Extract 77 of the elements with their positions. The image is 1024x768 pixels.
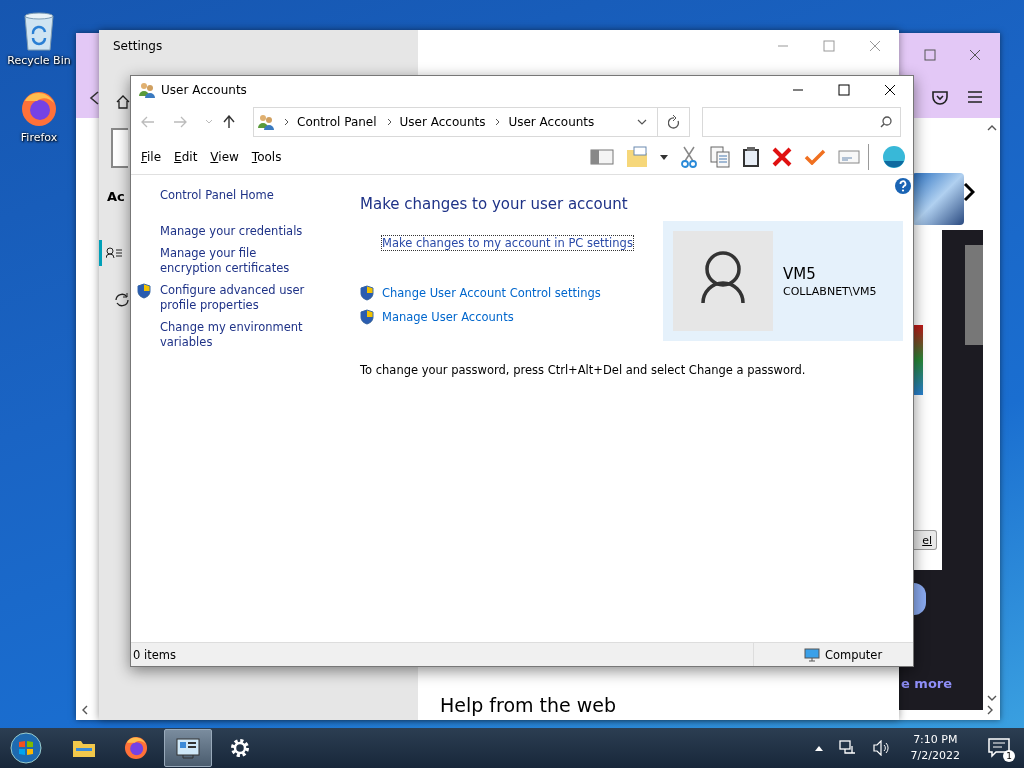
speaker-icon[interactable] xyxy=(872,740,891,756)
firefox-icon xyxy=(19,89,59,129)
chevron-right-icon xyxy=(495,118,501,126)
computer-icon xyxy=(804,647,820,662)
link[interactable]: Make changes to my account in PC settings xyxy=(381,235,634,251)
user-avatar-icon xyxy=(673,231,773,331)
account-domain: COLLABNET\VM5 xyxy=(783,284,877,298)
window-title: Settings xyxy=(113,39,163,53)
section-heading: Ac xyxy=(107,189,125,204)
breadcrumb-link[interactable]: Control Panel xyxy=(297,115,377,129)
sync-icon[interactable] xyxy=(114,292,130,308)
link[interactable]: Manage User Accounts xyxy=(381,309,515,325)
search-icon xyxy=(880,116,892,128)
address-bar[interactable]: Control Panel User Accounts User Accounts xyxy=(253,107,658,137)
scroll-left-icon[interactable] xyxy=(82,705,88,715)
control-panel-icon xyxy=(175,735,201,761)
maximize-icon[interactable] xyxy=(838,84,850,96)
search-field[interactable] xyxy=(111,128,128,168)
status-text: Computer xyxy=(825,647,883,662)
scrollbar[interactable] xyxy=(965,245,983,345)
clock[interactable]: 7:10 PM 7/2/2022 xyxy=(910,732,960,764)
circle-button[interactable] xyxy=(914,583,926,615)
clipboard-icon[interactable] xyxy=(742,146,760,168)
account-tile[interactable]: VM5 COLLABNET\VM5 xyxy=(663,221,903,341)
taskbar-button[interactable] xyxy=(164,729,212,767)
refresh-icon[interactable] xyxy=(657,107,691,137)
scissors-icon[interactable] xyxy=(680,146,698,168)
menu-item[interactable]: File xyxy=(141,150,162,164)
caret-up-icon[interactable] xyxy=(814,745,823,751)
menu-icon[interactable] xyxy=(968,91,982,103)
firefox-icon xyxy=(123,735,149,761)
person-list-icon xyxy=(106,247,122,259)
chevron-right-icon[interactable] xyxy=(963,183,975,201)
photo-placeholder xyxy=(912,173,964,225)
home-icon[interactable] xyxy=(116,95,130,109)
sidebar-link[interactable]: Control Panel Home xyxy=(160,188,320,203)
dialog-button[interactable]: el xyxy=(913,530,937,550)
pocket-icon[interactable] xyxy=(932,90,948,105)
page-heading: Make changes to your user account xyxy=(360,195,629,213)
desktop-shortcut[interactable]: Firefox xyxy=(4,89,74,144)
copy-icon[interactable] xyxy=(710,146,730,168)
network-icon[interactable] xyxy=(838,740,857,756)
users-icon xyxy=(139,82,155,98)
dropdown-icon[interactable] xyxy=(636,119,647,125)
window-title: User Accounts xyxy=(161,83,247,97)
panes-icon[interactable] xyxy=(590,148,614,166)
menu-item[interactable]: Tools xyxy=(251,150,282,164)
delete-icon[interactable] xyxy=(772,147,792,167)
link[interactable]: Change User Account Control settings xyxy=(381,285,602,301)
menu-item[interactable]: View xyxy=(210,150,239,164)
scroll-down-icon[interactable] xyxy=(987,695,997,701)
sidebar-link[interactable]: Configure advanced user profile properties xyxy=(160,283,320,313)
checkmark-icon[interactable] xyxy=(804,149,826,165)
breadcrumb-link[interactable]: User Accounts xyxy=(508,115,595,129)
section-heading: Help from the web xyxy=(439,694,618,718)
breadcrumb-link[interactable]: User Accounts xyxy=(399,115,486,129)
sidebar-link[interactable]: Change my environment variables xyxy=(160,320,320,350)
instruction-text: To change your password, press Ctrl+Alt+Del and select Change a password. xyxy=(360,363,807,377)
chevron-right-icon xyxy=(284,118,289,126)
scroll-up-icon[interactable] xyxy=(987,125,997,131)
desktop-shortcut[interactable]: Recycle Bin xyxy=(4,8,74,67)
chevron-right-icon xyxy=(386,118,392,126)
users-icon xyxy=(258,114,274,130)
account-name: VM5 xyxy=(783,264,817,283)
more-link[interactable]: e more xyxy=(901,676,953,691)
dropdown-icon[interactable] xyxy=(660,154,668,160)
sidebar-link[interactable]: Manage your credentials xyxy=(160,224,320,239)
help-icon[interactable] xyxy=(895,178,911,194)
menu-item[interactable]: Edit xyxy=(174,150,198,164)
scroll-right-icon[interactable] xyxy=(987,705,993,715)
close-icon[interactable] xyxy=(884,84,896,96)
start-orb-icon[interactable] xyxy=(10,732,42,764)
sidebar-link[interactable]: Manage your file encryption certificates xyxy=(160,246,320,276)
status-text: 0 items xyxy=(132,647,177,662)
notification-badge: 1 xyxy=(1003,750,1015,762)
up-arrow-icon[interactable] xyxy=(223,115,235,129)
notification-icon[interactable] xyxy=(988,738,1010,758)
